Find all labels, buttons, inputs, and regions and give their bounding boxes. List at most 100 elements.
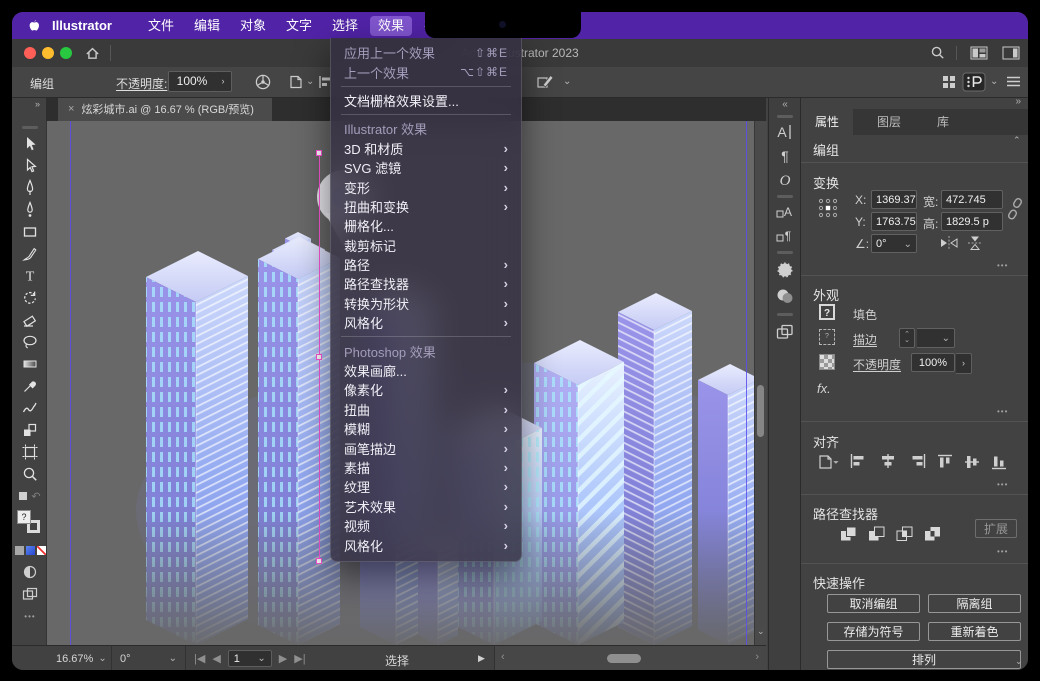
selection-handle[interactable]: [316, 558, 322, 564]
artboard-options-button[interactable]: [288, 74, 304, 90]
arrange-documents-button[interactable]: [970, 46, 988, 60]
stroke-weight-stepper[interactable]: ⌃ ⌄: [899, 328, 915, 348]
selection-handle[interactable]: [316, 150, 322, 156]
pen-tool[interactable]: [14, 177, 46, 199]
vertical-scrollbar-thumb[interactable]: [757, 385, 764, 437]
color-chip-gray[interactable]: [15, 546, 24, 555]
opentype-panel-button[interactable]: O: [769, 169, 801, 191]
recolor-artwork-button[interactable]: [254, 73, 272, 91]
close-tab-icon[interactable]: ×: [68, 103, 74, 115]
align-more-options[interactable]: •••: [997, 480, 1008, 489]
menu-item-last-effect[interactable]: 上一个效果⌥⇧⌘E: [331, 62, 521, 81]
horizontal-scrollbar-thumb[interactable]: [607, 654, 641, 663]
stroke-label[interactable]: 描边: [853, 331, 877, 348]
appearance-opacity-label[interactable]: 不透明度: [853, 356, 901, 373]
toolbar-grip[interactable]: [22, 126, 38, 129]
menubar-item-object[interactable]: 对象: [232, 16, 274, 36]
opacity-stepper-button[interactable]: ›: [215, 71, 232, 92]
zoom-level-dropdown[interactable]: 16.67%⌄: [48, 646, 112, 670]
app-grid-button[interactable]: [942, 75, 956, 89]
document-tab[interactable]: × 炫彩城市.ai @ 16.67 % (RGB/预览): [58, 97, 272, 121]
artboard-tool[interactable]: [14, 441, 46, 463]
align-bottom-button[interactable]: [991, 453, 1007, 471]
scroll-left-icon[interactable]: ‹: [501, 651, 505, 663]
menu-item-pixelate[interactable]: 像素化›: [331, 380, 521, 399]
chevron-down-icon[interactable]: ⌄: [306, 76, 314, 87]
y-input[interactable]: 1763.75: [871, 212, 917, 231]
menu-item-sketch[interactable]: 素描›: [331, 458, 521, 477]
vertical-scrollbar[interactable]: ⌄: [754, 121, 767, 645]
pathfinder-minus-front-button[interactable]: [867, 525, 887, 543]
color-guide-panel-button[interactable]: [769, 285, 801, 307]
scroll-up-icon[interactable]: ⌃: [1013, 135, 1021, 146]
horizontal-scrollbar[interactable]: ‹ ›: [494, 646, 767, 670]
menu-item-effect-gallery[interactable]: 效果画廊...: [331, 361, 521, 380]
workspace-switcher-button[interactable]: [962, 72, 986, 92]
zoom-tool[interactable]: [14, 463, 46, 485]
stroke-swatch[interactable]: ?: [819, 329, 835, 345]
menu-item-svg-filters[interactable]: SVG 滤镜›: [331, 158, 521, 177]
align-top-button[interactable]: [937, 453, 953, 471]
scroll-down-icon[interactable]: ⌄: [1015, 656, 1023, 667]
paragraph-styles-panel-button[interactable]: ¶: [769, 225, 801, 247]
menu-item-blur[interactable]: 模糊›: [331, 419, 521, 438]
fill-proxy-swatch[interactable]: ?: [17, 510, 31, 524]
type-tool[interactable]: T: [14, 265, 46, 287]
transform-more-options[interactable]: •••: [997, 261, 1008, 270]
menu-item-apply-last-effect[interactable]: 应用上一个效果⇧⌘E: [331, 43, 521, 62]
fill-stroke-proxy[interactable]: ?: [17, 510, 43, 536]
align-to-selector[interactable]: [817, 453, 841, 471]
opacity-label[interactable]: 不透明度:: [116, 75, 167, 92]
eraser-tool[interactable]: [14, 309, 46, 331]
align-center-horizontal-button[interactable]: [879, 453, 897, 469]
fill-swatch[interactable]: ?: [819, 304, 835, 320]
menubar-item-edit[interactable]: 编辑: [186, 16, 228, 36]
menu-item-crop-marks[interactable]: 裁剪标记: [331, 236, 521, 255]
x-input[interactable]: 1369.37: [871, 190, 917, 209]
panel-list-button[interactable]: [1006, 75, 1021, 88]
chevron-down-icon[interactable]: ⌄: [563, 76, 571, 87]
arrange-button[interactable]: 排列: [827, 650, 1021, 669]
pathfinder-more-options[interactable]: •••: [997, 547, 1008, 556]
menu-item-pathfinder[interactable]: 路径查找器›: [331, 274, 521, 293]
selection-handle[interactable]: [316, 354, 322, 360]
expand-button[interactable]: 扩展: [975, 519, 1017, 538]
eyedropper-tool[interactable]: [14, 375, 46, 397]
shaper-tool[interactable]: [14, 397, 46, 419]
color-chip-gradient[interactable]: [26, 546, 35, 555]
menu-item-document-raster-settings[interactable]: 文档栅格效果设置...: [331, 91, 521, 110]
scroll-right-icon[interactable]: ›: [755, 651, 759, 663]
menu-item-rasterize[interactable]: 栅格化...: [331, 216, 521, 235]
menubar-item-type[interactable]: 文字: [278, 16, 320, 36]
color-chip-none[interactable]: [37, 546, 46, 555]
lasso-tool[interactable]: [14, 331, 46, 353]
pathfinder-intersect-button[interactable]: [895, 525, 915, 543]
menu-item-distort-transform[interactable]: 扭曲和变换›: [331, 197, 521, 216]
fx-button[interactable]: fx.: [817, 381, 831, 396]
menu-item-brush-strokes[interactable]: 画笔描边›: [331, 438, 521, 457]
menu-item-distort-ps[interactable]: 扭曲›: [331, 400, 521, 419]
pathfinder-exclude-button[interactable]: [923, 525, 943, 543]
constrain-proportions-button[interactable]: [1007, 197, 1023, 221]
paintbrush-tool[interactable]: [14, 243, 46, 265]
menu-item-stylize-ai[interactable]: 风格化›: [331, 313, 521, 332]
symbol-sprayer-tool[interactable]: [14, 419, 46, 441]
appearance-more-options[interactable]: •••: [997, 407, 1008, 416]
previous-artboard-button[interactable]: ◀: [212, 652, 220, 665]
menubar-item-file[interactable]: 文件: [140, 16, 182, 36]
align-left-button[interactable]: [849, 453, 867, 469]
isolate-group-button[interactable]: 隔离组: [928, 594, 1021, 613]
last-artboard-button[interactable]: ▶|: [294, 652, 305, 665]
chevron-down-icon[interactable]: ⌄: [990, 76, 998, 87]
toolbar-more-button[interactable]: •••: [14, 605, 46, 627]
apple-menu[interactable]: [26, 18, 42, 34]
screen-mode-button[interactable]: [14, 561, 46, 583]
rectangle-tool[interactable]: [14, 221, 46, 243]
status-options-icon[interactable]: ▶: [478, 653, 485, 664]
search-button[interactable]: [930, 45, 946, 61]
color-panel-button[interactable]: [769, 259, 801, 281]
menubar-item-select[interactable]: 选择: [324, 16, 366, 36]
menu-item-convert-to-shape[interactable]: 转换为形状›: [331, 294, 521, 313]
menu-item-3d-materials[interactable]: 3D 和材质›: [331, 139, 521, 158]
artboard-number-dropdown[interactable]: 1⌄: [228, 650, 272, 667]
